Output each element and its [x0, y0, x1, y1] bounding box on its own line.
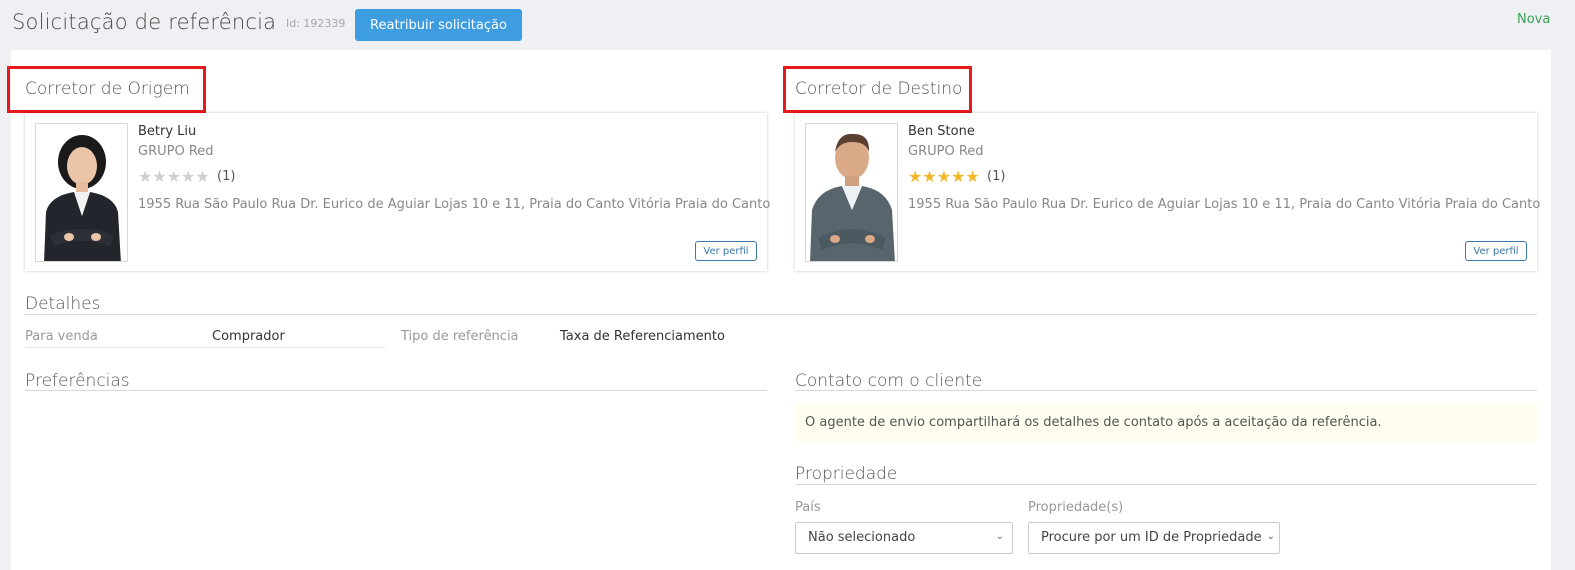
client-contact-divider	[795, 390, 1537, 391]
country-label: País	[795, 500, 821, 515]
star-icon: ★	[138, 167, 153, 186]
star-icon: ★	[166, 167, 182, 186]
status-badge: Nova	[1517, 12, 1551, 27]
for-sale-label: Para venda	[25, 329, 98, 344]
client-contact-notice: O agente de envio compartilhará os detal…	[795, 404, 1537, 442]
destination-rating-count: (1)	[987, 169, 1006, 184]
destination-agent-address: 1955 Rua São Paulo Rua Dr. Eurico de Agu…	[908, 197, 1541, 212]
destination-agent-name: Ben Stone	[908, 124, 975, 139]
origin-rating-stars: ★★★★★	[138, 168, 210, 186]
star-icon: ★	[922, 167, 937, 186]
origin-agent-company: GRUPO Red	[138, 144, 214, 159]
property-label: Propriedade(s)	[1028, 500, 1124, 515]
male-agent-photo-icon	[805, 123, 898, 262]
referral-type-value: Taxa de Referenciamento	[560, 329, 725, 344]
client-contact-section-title: Contato com o cliente	[795, 371, 983, 391]
for-sale-underline	[25, 347, 385, 348]
star-icon: ★	[195, 167, 210, 186]
star-icon: ★	[936, 167, 952, 186]
origin-agent-address: 1955 Rua São Paulo Rua Dr. Eurico de Agu…	[138, 197, 771, 212]
for-sale-value: Comprador	[212, 329, 285, 344]
destination-section-title: Corretor de Destino	[795, 79, 963, 99]
origin-agent-card: Betry Liu GRUPO Red ★★★★★ (1) 1955 Rua S…	[25, 113, 771, 271]
property-section-title: Propriedade	[795, 464, 898, 484]
reassign-request-button[interactable]: Reatribuir solicitação	[355, 9, 522, 41]
property-search-placeholder: Procure por um ID de Propriedade	[1041, 530, 1262, 545]
star-icon: ★	[181, 167, 196, 186]
female-agent-photo-icon	[35, 123, 128, 262]
star-icon: ★	[152, 167, 167, 186]
destination-rating-stars: ★★★★★	[908, 168, 980, 186]
referral-panel: Corretor de Origem Betry Liu GRUPO Red ★…	[7, 50, 1551, 570]
star-icon: ★	[965, 167, 980, 186]
preferences-divider	[25, 390, 767, 391]
property-divider	[795, 484, 1537, 485]
destination-agent-card: Ben Stone GRUPO Red ★★★★★ (1) 1955 Rua S…	[795, 113, 1541, 271]
page-title: Solicitação de referência	[12, 10, 277, 34]
preferences-section-title: Preferências	[25, 371, 130, 391]
origin-agent-name: Betry Liu	[138, 124, 197, 139]
chevron-down-icon: ⌄	[995, 531, 1004, 542]
destination-agent-company: GRUPO Red	[908, 144, 984, 159]
star-icon: ★	[908, 167, 923, 186]
details-section-title: Detalhes	[25, 294, 101, 314]
referral-type-label: Tipo de referência	[401, 329, 519, 344]
details-divider	[25, 314, 1537, 315]
property-search-select[interactable]: Procure por um ID de Propriedade ⌄	[1028, 522, 1280, 554]
destination-view-profile-button[interactable]: Ver perfil	[1465, 241, 1527, 261]
country-select-value: Não selecionado	[808, 530, 916, 545]
page-header: Solicitação de referência Id: 192339 Rea…	[0, 0, 1575, 50]
country-select[interactable]: Não selecionado ⌄	[795, 522, 1013, 554]
origin-section-title: Corretor de Origem	[25, 79, 190, 99]
star-icon: ★	[951, 167, 966, 186]
origin-view-profile-button[interactable]: Ver perfil	[695, 241, 757, 261]
origin-rating-count: (1)	[217, 169, 236, 184]
chevron-down-icon: ⌄	[1266, 531, 1275, 542]
request-id: Id: 192339	[286, 17, 346, 30]
